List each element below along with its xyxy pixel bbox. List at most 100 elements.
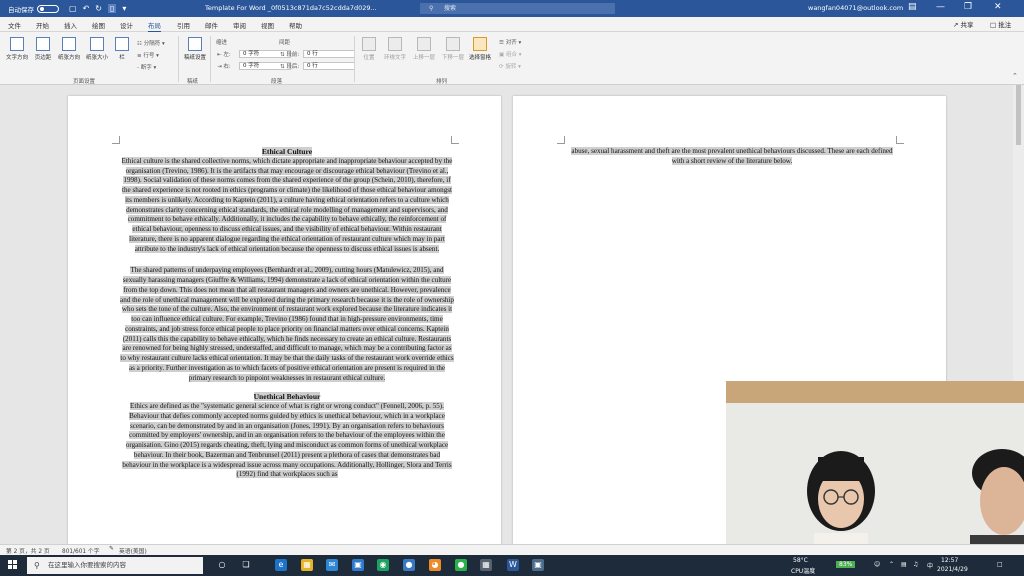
tab-help[interactable]: 帮助 xyxy=(289,20,302,30)
selection-pane-button[interactable]: 选择窗格 xyxy=(466,37,494,61)
paragraph-shared-patterns: The shared patterns of underpaying emplo… xyxy=(120,266,454,382)
bring-forward-button[interactable]: 上移一层 xyxy=(410,37,438,61)
task-view-icon[interactable]: ❏ xyxy=(240,559,252,571)
page-count[interactable]: 第 2 页，共 2 页 xyxy=(6,546,50,555)
notifications-icon[interactable]: □ xyxy=(997,561,1003,568)
webcam-person-right xyxy=(970,449,1024,551)
collapse-ribbon-icon[interactable]: ⌃ xyxy=(1012,72,1018,80)
people-icon[interactable]: ☺ xyxy=(874,561,880,568)
minimize-icon[interactable]: — xyxy=(936,2,945,12)
manuscript-button[interactable]: 稿纸设置 xyxy=(184,37,206,61)
cortana-icon[interactable]: ○ xyxy=(216,559,228,571)
windows-start-icon[interactable] xyxy=(8,560,18,570)
spacing-before-field[interactable]: 0 行 xyxy=(303,50,355,58)
photos-icon[interactable]: ▣ xyxy=(352,559,364,571)
tab-references[interactable]: 引用 xyxy=(177,20,190,30)
group-button[interactable]: ▣ 组合 ▾ xyxy=(499,50,521,58)
group-icon: ▣ xyxy=(499,52,505,58)
search-box[interactable]: ⚲ 搜索 xyxy=(420,3,615,14)
word-count[interactable]: 801/601 个字 xyxy=(62,546,100,555)
tab-review[interactable]: 审阅 xyxy=(233,20,246,30)
size-button[interactable]: 纸张大小 xyxy=(84,37,110,61)
page-1-body[interactable]: Ethical Culture Ethical culture is the s… xyxy=(120,147,454,480)
wechat-icon[interactable]: ● xyxy=(455,559,467,571)
autosave-switch[interactable] xyxy=(37,4,59,13)
manuscript-icon xyxy=(188,37,202,51)
align-button[interactable]: ☰ 对齐 ▾ xyxy=(499,38,521,46)
page-setup-group-label: 页面设置 xyxy=(73,79,96,85)
battery-indicator[interactable]: 83% xyxy=(836,561,856,568)
margins-button[interactable]: 页边距 xyxy=(32,37,54,61)
save-icon[interactable]: ▢ xyxy=(69,4,77,13)
hyphenation-label: 断字 xyxy=(140,65,152,71)
scrollbar-thumb[interactable] xyxy=(1016,85,1021,145)
word-icon[interactable]: W xyxy=(507,559,519,571)
file-explorer-icon[interactable]: ▦ xyxy=(301,559,313,571)
clock-date[interactable]: 2021/4/29 xyxy=(937,566,968,573)
customize-qat-icon[interactable]: ▾ xyxy=(122,4,126,13)
tab-mailings[interactable]: 邮件 xyxy=(205,20,218,30)
webcam-person-left xyxy=(807,451,875,551)
redo-icon[interactable]: ↻ xyxy=(95,4,102,13)
autosave-toggle[interactable]: 自动保存 xyxy=(0,4,59,14)
page-1[interactable]: Ethical Culture Ethical culture is the s… xyxy=(68,96,501,544)
margins-icon xyxy=(36,37,50,51)
clock-time[interactable]: 12:57 xyxy=(941,557,958,564)
user-account[interactable]: wangfan04071@outlook.com xyxy=(808,4,903,12)
language-indicator[interactable]: 英语(美国) xyxy=(119,546,147,555)
screen-recorder-icon[interactable]: ▣ xyxy=(532,559,544,571)
app-icon[interactable]: ● xyxy=(403,559,415,571)
manuscript-label: 稿纸设置 xyxy=(184,55,207,61)
tray-expand-icon[interactable]: ⌃ xyxy=(889,561,894,568)
close-icon[interactable]: ✕ xyxy=(994,2,1002,12)
paragraph-abuse-harassment: abuse, sexual harassment and theft are t… xyxy=(571,147,893,165)
indent-left-icon: ⇤ xyxy=(217,52,222,58)
taskbar-search[interactable]: ⚲ 在这里输入你要搜索的内容 xyxy=(27,557,203,574)
title-bar: 自动保存 ▢ ↶ ↻ ▯ ▾ Template For Word _0f0513… xyxy=(0,0,1024,17)
paragraph-unethical-behaviour: Ethics are defined as the "systematic ge… xyxy=(122,402,452,479)
columns-button[interactable]: 栏 xyxy=(113,37,131,61)
position-button[interactable]: 位置 xyxy=(360,37,378,61)
line-numbers-button[interactable]: ≡ 行号 ▾ xyxy=(137,51,159,59)
network-icon[interactable]: ▤ xyxy=(901,561,907,568)
tab-design[interactable]: 设计 xyxy=(120,20,133,30)
rotate-button[interactable]: ⟳ 旋转 ▾ xyxy=(499,62,521,70)
hyphenation-icon: ‐ xyxy=(137,65,139,71)
quick-access-toolbar: ▢ ↶ ↻ ▯ ▾ xyxy=(69,4,126,13)
browser-icon[interactable]: ◉ xyxy=(377,559,389,571)
edge-icon[interactable]: e xyxy=(275,559,287,571)
ime-indicator[interactable]: 中 xyxy=(927,561,933,570)
document-title: Template For Word _0f0513c871da7c52cdda7… xyxy=(205,4,377,12)
breaks-button[interactable]: ☷ 分隔符 ▾ xyxy=(137,39,165,47)
spacing-after-field[interactable]: 0 行 xyxy=(303,62,355,70)
restore-icon[interactable]: ❐ xyxy=(964,2,972,12)
spacing-heading: 间距 xyxy=(279,40,291,46)
comments-label: 批注 xyxy=(998,21,1012,29)
mail-icon[interactable]: ✉ xyxy=(326,559,338,571)
tab-view[interactable]: 视图 xyxy=(261,20,274,30)
proofing-icon[interactable]: ✎ xyxy=(109,546,114,552)
ribbon-display-icon[interactable]: ▤ xyxy=(908,2,917,12)
send-backward-button[interactable]: 下移一层 xyxy=(439,37,467,61)
orientation-label: 纸张方向 xyxy=(57,55,80,61)
orientation-button[interactable]: 纸张方向 xyxy=(56,37,82,61)
share-button[interactable]: ↗ 共享 xyxy=(953,19,974,29)
tab-home[interactable]: 开始 xyxy=(36,20,49,30)
tab-draw[interactable]: 绘图 xyxy=(92,20,105,30)
undo-icon[interactable]: ↶ xyxy=(83,4,90,13)
tab-file[interactable]: 文件 xyxy=(8,20,21,30)
hyphenation-button[interactable]: ‐ 断字 ▾ xyxy=(137,63,156,71)
arrange-group-label: 排列 xyxy=(436,79,448,85)
calculator-icon[interactable]: ▦ xyxy=(480,559,492,571)
text-direction-button[interactable]: 文字方向 xyxy=(4,37,30,61)
size-label: 纸张大小 xyxy=(85,55,108,61)
chrome-icon[interactable]: ◕ xyxy=(429,559,441,571)
tab-insert[interactable]: 插入 xyxy=(64,20,77,30)
page-view-icon[interactable]: ▯ xyxy=(107,4,117,13)
taskbar: ⚲ 在这里输入你要搜索的内容 ○ ❏ e ▦ ✉ ▣ ◉ ● ◕ ● ▦ W ▣… xyxy=(0,555,1024,576)
page-2-body[interactable]: abuse, sexual harassment and theft are t… xyxy=(565,147,899,167)
volume-icon[interactable]: ♫ xyxy=(913,561,918,568)
cpu-temp-label: CPU温度 xyxy=(791,568,816,575)
comments-button[interactable]: □ 批注 xyxy=(990,19,1011,29)
wrap-text-button[interactable]: 环绕文字 xyxy=(381,37,409,61)
